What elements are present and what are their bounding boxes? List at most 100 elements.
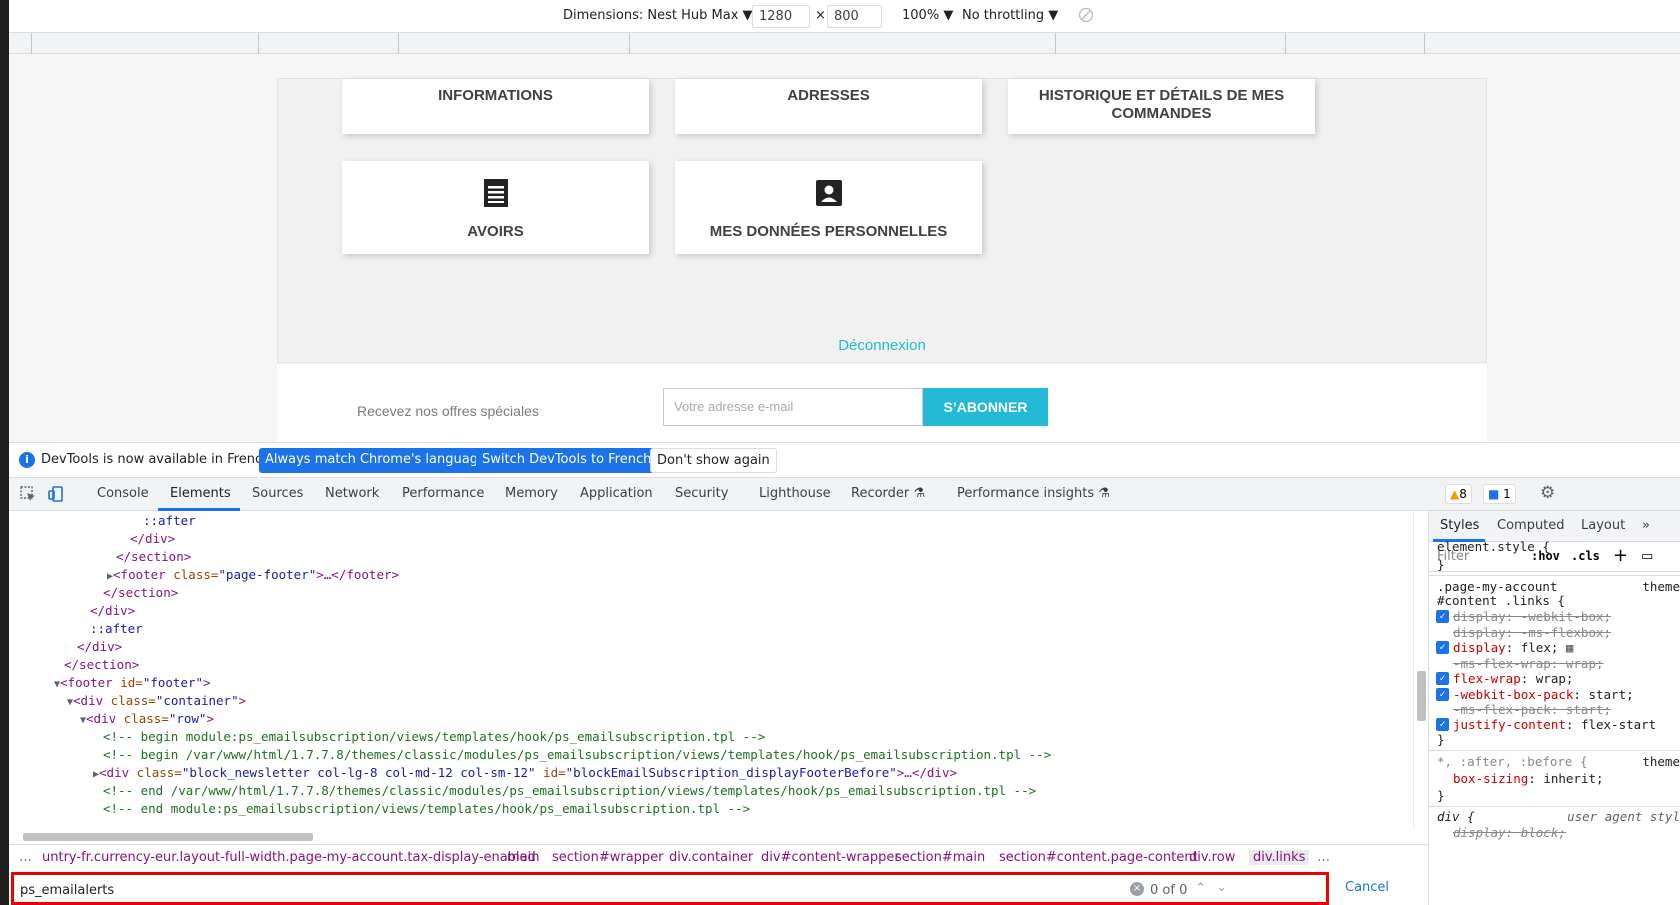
element-style-selector[interactable]: element.style { <box>1437 539 1550 554</box>
rule-selector[interactable]: .page-my-account <box>1437 579 1557 594</box>
tab-elements[interactable]: Elements <box>170 486 231 501</box>
zoom-dropdown[interactable]: 100% ▼ <box>902 8 953 23</box>
scrollbar-thumb[interactable] <box>1417 671 1426 721</box>
breadcrumb-item[interactable]: div.container <box>669 850 753 865</box>
css-property[interactable]: display: -ms-flexbox; <box>1453 625 1611 640</box>
tab-memory[interactable]: Memory <box>505 486 558 501</box>
dom-node[interactable]: ::after <box>90 621 143 640</box>
breadcrumb-item[interactable]: main <box>507 850 539 865</box>
messages-badge[interactable]: ■ 1 <box>1483 484 1516 504</box>
css-property[interactable]: -webkit-box-pack: start; <box>1453 687 1634 702</box>
class-toggle[interactable]: .cls <box>1571 549 1600 563</box>
dom-node[interactable]: ▶<div class="block_newsletter col-lg-8 c… <box>93 765 957 784</box>
logout-link[interactable]: Déconnexion <box>278 337 1486 354</box>
tab-lighthouse[interactable]: Lighthouse <box>759 486 831 501</box>
newsletter-email-input[interactable]: Votre adresse e-mail <box>663 388 923 426</box>
historique-card[interactable]: HISTORIQUE ET DÉTAILS DE MES COMMANDES <box>1008 79 1315 134</box>
tab-network[interactable]: Network <box>325 486 379 501</box>
donnees-card[interactable]: MES DONNÉES PERSONNELLES <box>675 161 982 254</box>
tab-layout[interactable]: Layout <box>1581 518 1625 533</box>
search-next-icon[interactable]: ⌄ <box>1216 880 1227 895</box>
subscribe-button[interactable]: S’ABONNER <box>923 388 1048 426</box>
tab-application[interactable]: Application <box>580 486 653 501</box>
flexbox-editor-icon[interactable]: ▦ <box>1566 640 1574 655</box>
search-previous-icon[interactable]: ⌃ <box>1195 881 1206 896</box>
css-property[interactable]: -ms-flex-pack: start; <box>1453 702 1611 717</box>
new-style-rule-button[interactable]: + <box>1613 545 1628 566</box>
dom-comment[interactable]: <!-- begin module:ps_emailsubscription/v… <box>103 729 765 748</box>
height-input[interactable]: 800 <box>827 5 882 28</box>
tab-recorder[interactable]: Recorder ⚗ <box>851 486 925 501</box>
property-checkbox[interactable]: ✓ <box>1436 610 1449 623</box>
scrollbar-thumb[interactable] <box>23 833 313 841</box>
dom-node[interactable]: ▶<footer class="page-footer">…</footer> <box>107 567 399 586</box>
elements-horizontal-scrollbar[interactable] <box>9 829 1413 844</box>
tab-sources[interactable]: Sources <box>252 486 303 501</box>
property-checkbox[interactable]: ✓ <box>1436 641 1449 654</box>
rule-selector[interactable]: div { <box>1437 809 1475 824</box>
css-property[interactable]: box-sizing: inherit; <box>1453 771 1604 786</box>
breadcrumb-item-selected[interactable]: div.links <box>1249 850 1310 865</box>
dom-comment[interactable]: <!-- end module:ps_emailsubscription/vie… <box>103 801 750 820</box>
dom-comment[interactable]: <!-- end /var/www/html/1.7.7.8/themes/cl… <box>103 783 1036 802</box>
property-checkbox[interactable]: ✓ <box>1436 718 1449 731</box>
rule-selector[interactable]: #content .links { <box>1437 593 1565 608</box>
breadcrumb-item[interactable]: div.row <box>1189 850 1235 865</box>
switch-to-french-button[interactable]: Switch DevTools to French <box>476 448 658 473</box>
dom-node[interactable]: ::after <box>143 513 196 532</box>
dom-node[interactable]: </div> <box>77 639 122 658</box>
tab-performance[interactable]: Performance <box>402 486 484 501</box>
tab-console[interactable]: Console <box>97 486 149 501</box>
dom-node[interactable]: </section> <box>103 585 178 604</box>
property-checkbox[interactable]: ✓ <box>1436 688 1449 701</box>
elements-vertical-scrollbar[interactable] <box>1413 511 1428 829</box>
throttling-dropdown[interactable]: No throttling ▼ <box>962 8 1058 23</box>
rule-selector[interactable]: *, :after, :before { <box>1437 754 1588 769</box>
dom-node[interactable]: </section> <box>64 657 139 676</box>
dom-node[interactable]: </div> <box>90 603 135 622</box>
computed-sidebar-toggle-icon[interactable]: ▭ <box>1641 549 1653 564</box>
search-cancel-button[interactable]: Cancel <box>1345 880 1389 895</box>
settings-gear-icon[interactable]: ⚙ <box>1540 483 1555 503</box>
dom-node[interactable]: ▼<div class="row"> <box>80 711 214 730</box>
breadcrumb-item[interactable]: untry-fr.currency-eur.layout-full-width.… <box>42 850 536 865</box>
css-property[interactable]: display: -webkit-box; <box>1453 609 1611 624</box>
css-property[interactable]: justify-content: flex-start <box>1453 717 1656 732</box>
dom-node[interactable]: </section> <box>116 549 191 568</box>
width-input[interactable]: 1280 <box>752 5 810 28</box>
css-property[interactable]: display: flex; ▦ <box>1453 640 1573 655</box>
rotate-icon[interactable] <box>1078 7 1094 23</box>
warnings-badge[interactable]: ▲8 <box>1445 484 1472 504</box>
rule-source-link[interactable]: theme <box>1642 579 1680 594</box>
property-checkbox[interactable]: ✓ <box>1436 672 1449 685</box>
always-match-language-button[interactable]: Always match Chrome's language <box>259 448 492 473</box>
search-input[interactable]: ps_emailalerts <box>20 883 114 898</box>
device-dimensions-dropdown[interactable]: Dimensions: Nest Hub Max ▼ <box>563 8 753 23</box>
tab-performance-insights[interactable]: Performance insights ⚗ <box>957 486 1110 501</box>
breadcrumb-more[interactable]: … <box>1317 850 1330 865</box>
adresses-card[interactable]: ADRESSES <box>675 79 982 134</box>
clear-search-icon[interactable]: × <box>1130 882 1144 896</box>
inspect-element-icon[interactable] <box>19 485 37 503</box>
device-toolbar-icon[interactable] <box>47 485 65 503</box>
dont-show-again-button[interactable]: Don't show again <box>650 448 777 473</box>
breadcrumb-item[interactable]: div#content-wrapper <box>761 850 900 865</box>
informations-card[interactable]: INFORMATIONS <box>342 79 649 134</box>
avoirs-card[interactable]: AVOIRS <box>342 161 649 254</box>
tab-computed[interactable]: Computed <box>1497 518 1565 533</box>
breadcrumb-item[interactable]: section#wrapper <box>552 850 664 865</box>
css-property[interactable]: -ms-flex-wrap: wrap; <box>1453 656 1604 671</box>
breadcrumb-overflow[interactable]: … <box>19 850 32 865</box>
dom-node[interactable]: </div> <box>130 531 175 550</box>
rule-source-link[interactable]: theme <box>1642 754 1680 769</box>
tab-security[interactable]: Security <box>675 486 728 501</box>
tab-styles[interactable]: Styles <box>1440 518 1479 533</box>
breadcrumb-item[interactable]: section#content.page-content <box>999 850 1198 865</box>
more-tabs-button[interactable]: » <box>1642 518 1650 533</box>
css-property[interactable]: flex-wrap: wrap; <box>1453 671 1573 686</box>
css-property[interactable]: display: block; <box>1453 825 1566 840</box>
breadcrumb-item[interactable]: section#main <box>895 850 985 865</box>
dom-node[interactable]: ▼<footer id="footer"> <box>54 675 211 694</box>
dom-comment[interactable]: <!-- begin /var/www/html/1.7.7.8/themes/… <box>103 747 1051 766</box>
dom-node[interactable]: ▼<div class="container"> <box>67 693 246 712</box>
